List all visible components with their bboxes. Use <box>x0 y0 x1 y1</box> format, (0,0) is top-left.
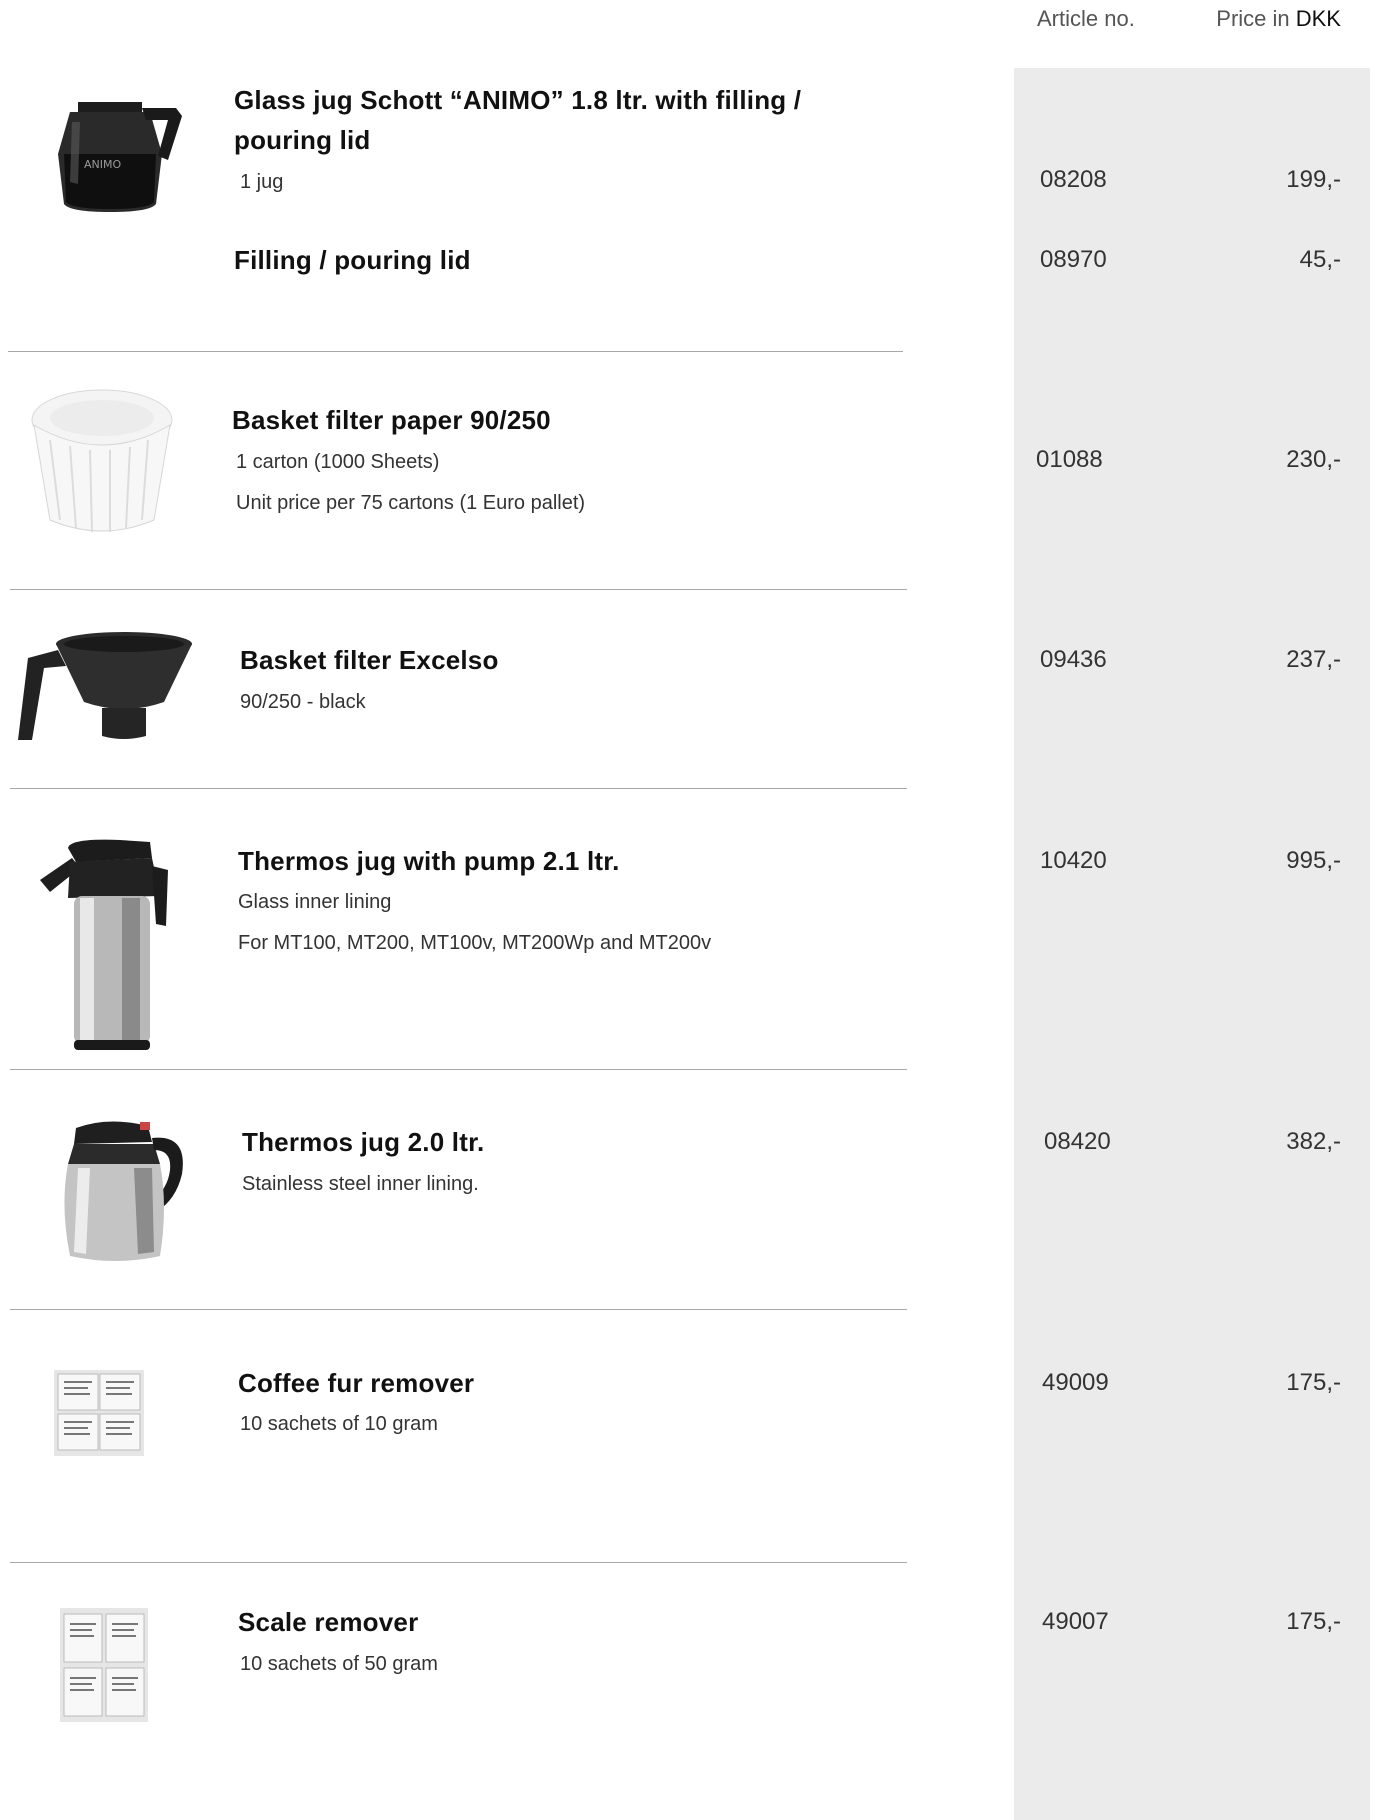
product-detail: Glass inner lining <box>238 891 392 913</box>
price-header-label: Price in <box>1216 6 1296 31</box>
thermos-jug-image <box>64 1121 183 1261</box>
section-divider <box>10 788 907 789</box>
article-number: 08208 <box>1040 166 1107 193</box>
svg-text:ANIMO: ANIMO <box>84 158 121 171</box>
basket-filter-image <box>18 632 192 740</box>
filter-paper-image <box>31 389 173 533</box>
product-detail: For MT100, MT200, MT100v, MT200Wp and MT… <box>238 932 712 954</box>
product-title: Thermos jug 2.0 ltr. <box>242 1127 485 1157</box>
product-price: 45,- <box>1299 246 1341 273</box>
article-number: 10420 <box>1040 847 1107 874</box>
product-title: Filling / pouring lid <box>234 245 471 275</box>
article-number: 49007 <box>1042 1608 1109 1635</box>
product-title: Glass jug Schott “ANIMO” 1.8 ltr. with f… <box>234 85 802 115</box>
product-detail: 10 sachets of 50 gram <box>240 1653 438 1675</box>
product-title: Thermos jug with pump 2.1 ltr. <box>238 846 620 876</box>
sachet-box-image <box>54 1370 144 1456</box>
product-title: Coffee fur remover <box>238 1368 475 1398</box>
thermos-pump-image <box>40 839 168 1050</box>
sachet-box-image <box>60 1608 148 1722</box>
article-number: 01088 <box>1036 446 1103 473</box>
article-number: 09436 <box>1040 646 1107 673</box>
product-detail: 1 jug <box>240 171 284 193</box>
product-detail: Unit price per 75 cartons (1 Euro pallet… <box>236 492 586 514</box>
section-divider <box>8 351 903 352</box>
article-no-header: Article no. <box>1037 6 1135 31</box>
product-title: Basket filter Excelso <box>240 645 499 675</box>
article-number: 08420 <box>1044 1128 1111 1155</box>
section-divider <box>10 589 907 590</box>
product-price: 237,- <box>1286 646 1341 673</box>
currency-label: DKK <box>1295 6 1341 31</box>
product-price: 175,- <box>1286 1369 1341 1396</box>
product-title: Basket filter paper 90/250 <box>232 405 551 435</box>
product-price: 199,- <box>1286 166 1341 193</box>
product-price: 230,- <box>1286 446 1341 473</box>
price-header: Price in DKK <box>1216 6 1341 32</box>
product-detail: 1 carton (1000 Sheets) <box>236 451 440 473</box>
article-number: 49009 <box>1042 1369 1109 1396</box>
product-price: 175,- <box>1286 1608 1341 1635</box>
product-title: Scale remover <box>238 1607 419 1637</box>
product-price: 995,- <box>1286 847 1341 874</box>
price-column-background <box>1014 68 1370 1820</box>
section-divider <box>10 1562 907 1563</box>
section-divider <box>10 1069 907 1070</box>
product-detail: 10 sachets of 10 gram <box>240 1413 438 1435</box>
product-price: 382,- <box>1286 1128 1341 1155</box>
section-divider <box>10 1309 907 1310</box>
glass-jug-image: ANIMO <box>58 102 182 212</box>
product-detail: 90/250 - black <box>240 691 366 713</box>
product-detail: Stainless steel inner lining. <box>242 1173 479 1195</box>
product-title-continued: pouring lid <box>234 125 371 155</box>
article-number: 08970 <box>1040 246 1107 273</box>
